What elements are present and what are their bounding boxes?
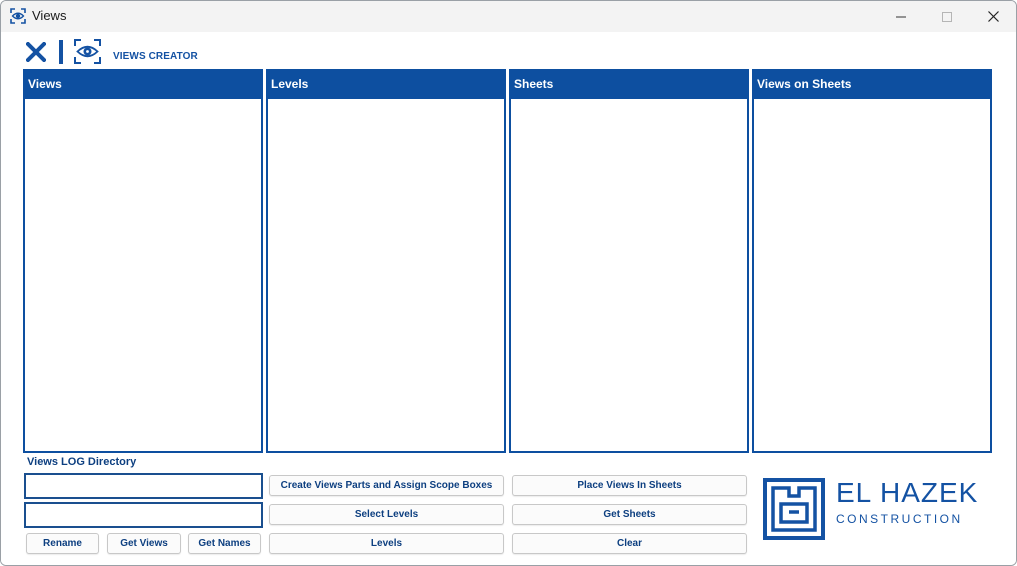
views-panel: Views <box>23 69 263 453</box>
main-content: VIEWS CREATOR Views Levels Sheets Views … <box>1 32 1016 565</box>
maximize-icon <box>942 11 952 22</box>
maximize-button[interactable] <box>924 1 970 32</box>
app-eye-icon <box>10 8 26 24</box>
views-on-sheets-list[interactable] <box>754 101 990 451</box>
get-sheets-button[interactable]: Get Sheets <box>512 504 747 525</box>
eye-icon <box>74 39 101 64</box>
panel-header: Sheets <box>511 71 747 101</box>
views-list[interactable] <box>25 101 261 451</box>
views-on-sheets-panel: Views on Sheets <box>752 69 992 453</box>
get-views-button[interactable]: Get Views <box>107 533 181 554</box>
panel-header: Views <box>25 71 261 101</box>
place-views-in-sheets-button[interactable]: Place Views In Sheets <box>512 475 747 496</box>
window-close-button[interactable] <box>970 1 1016 32</box>
levels-button[interactable]: Levels <box>269 533 504 554</box>
name-input[interactable] <box>24 502 263 528</box>
minimize-button[interactable] <box>878 1 924 32</box>
logo-mark-icon <box>763 478 825 540</box>
window-title: Views <box>32 8 67 23</box>
log-directory-input[interactable] <box>24 473 263 499</box>
toolbar-separator <box>59 40 63 64</box>
sheets-panel: Sheets <box>509 69 749 453</box>
levels-list[interactable] <box>268 101 504 451</box>
close-icon[interactable] <box>26 42 46 62</box>
clear-button[interactable]: Clear <box>512 533 747 554</box>
log-directory-label: Views LOG Directory <box>27 456 137 468</box>
minimize-icon <box>896 16 906 17</box>
window-close-icon <box>987 11 999 22</box>
panel-header: Levels <box>268 71 504 101</box>
logo-subtitle: CONSTRUCTION <box>836 512 963 526</box>
app-title: VIEWS CREATOR <box>113 51 198 62</box>
create-views-parts-button[interactable]: Create Views Parts and Assign Scope Boxe… <box>269 475 504 496</box>
sheets-list[interactable] <box>511 101 747 451</box>
views-window: Views VIEWS CREATOR Views Levels Sheets … <box>0 0 1017 566</box>
panel-header: Views on Sheets <box>754 71 990 101</box>
logo-name: EL HAZEK <box>836 477 979 508</box>
get-names-button[interactable]: Get Names <box>188 533 261 554</box>
select-levels-button[interactable]: Select Levels <box>269 504 504 525</box>
title-bar[interactable]: Views <box>1 1 1016 32</box>
levels-panel: Levels <box>266 69 506 453</box>
company-logo: EL HAZEK CONSTRUCTION <box>763 478 983 542</box>
rename-button[interactable]: Rename <box>26 533 99 554</box>
